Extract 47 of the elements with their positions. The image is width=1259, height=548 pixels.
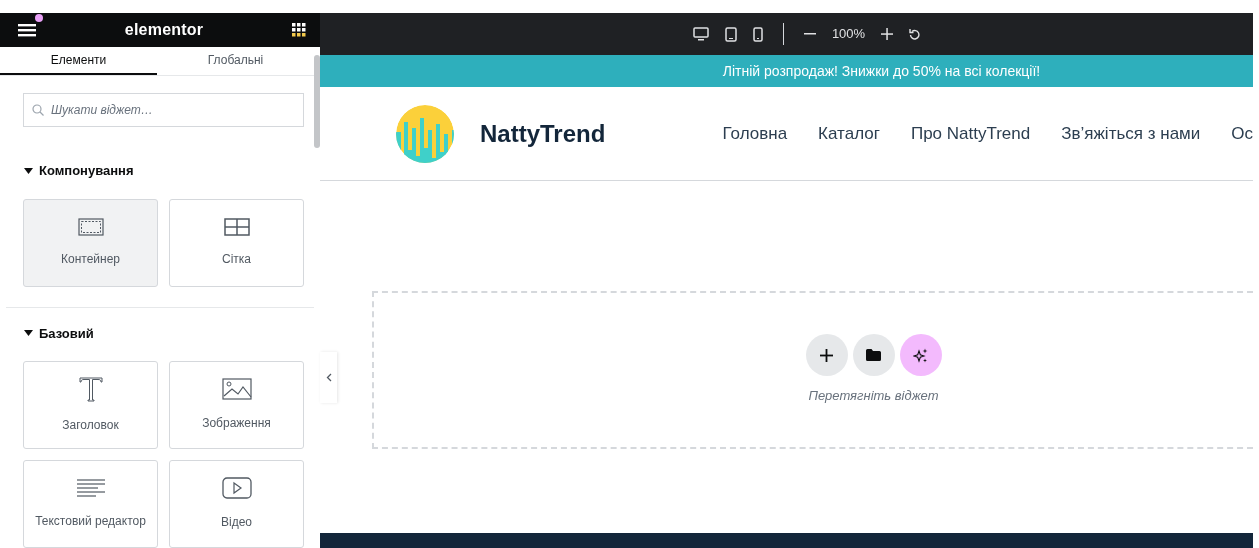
- nav-link[interactable]: Зв’яжіться з нами: [1061, 120, 1201, 147]
- nav-link[interactable]: Каталог: [818, 120, 880, 147]
- widget-button[interactable]: Сітка: [169, 198, 304, 287]
- ai-button[interactable]: [899, 334, 942, 377]
- plus-icon: [881, 28, 894, 40]
- section-title: Базовий: [39, 324, 94, 343]
- announcement-text: Літній розпродаж! Знижки до 50% на всі колекції!: [722, 61, 1041, 81]
- chevron-left-icon: [325, 373, 332, 382]
- nav-link[interactable]: Про NattyTrend: [910, 120, 1031, 147]
- text-lines-icon: [75, 478, 106, 498]
- search-icon: [32, 104, 44, 116]
- scrollbar[interactable]: [314, 55, 320, 148]
- folder-icon: [866, 349, 881, 362]
- letter-icon: [77, 376, 104, 402]
- section-title: Компонування: [39, 162, 134, 180]
- sparkle-icon: [913, 347, 928, 363]
- dashed-frame-icon: [77, 217, 104, 236]
- section-header[interactable]: Базовий: [24, 323, 320, 343]
- plus-icon: [820, 348, 833, 362]
- reset-icon: [909, 28, 921, 40]
- site-brand[interactable]: NattyTrend: [480, 115, 606, 152]
- widget-button[interactable]: Заголовок: [23, 361, 158, 449]
- nav-link[interactable]: Ос: [1231, 120, 1253, 147]
- desktop-icon: [692, 27, 709, 41]
- phone-icon: [752, 26, 763, 42]
- grid-icon: [223, 217, 250, 236]
- menu-icon: [18, 22, 36, 37]
- tablet-icon: [724, 26, 737, 42]
- section-header[interactable]: Компонування: [24, 161, 320, 181]
- image-icon: [221, 378, 252, 400]
- menu-button[interactable]: [18, 22, 36, 37]
- panel-tab[interactable]: Глобальні: [157, 46, 314, 75]
- logo-icon: [395, 103, 455, 164]
- apps-button[interactable]: [292, 22, 306, 37]
- brand-logo-text: elementor: [124, 19, 204, 40]
- minus-icon: [803, 33, 816, 35]
- widget-button[interactable]: Текстовий редактор: [23, 460, 158, 548]
- zoom-level: 100%: [830, 25, 867, 44]
- widget-button[interactable]: Відео: [169, 460, 304, 548]
- play-icon: [221, 477, 252, 499]
- widget-button[interactable]: Зображення: [169, 361, 304, 449]
- drop-hint: Перетягніть віджет: [808, 387, 939, 406]
- widget-button[interactable]: Контейнер: [23, 198, 158, 287]
- nav-link[interactable]: Головна: [722, 120, 788, 147]
- grid-icon: [292, 22, 306, 37]
- panel-tab[interactable]: Елементи: [0, 46, 157, 75]
- search-field[interactable]: Шукати віджет…: [23, 93, 304, 127]
